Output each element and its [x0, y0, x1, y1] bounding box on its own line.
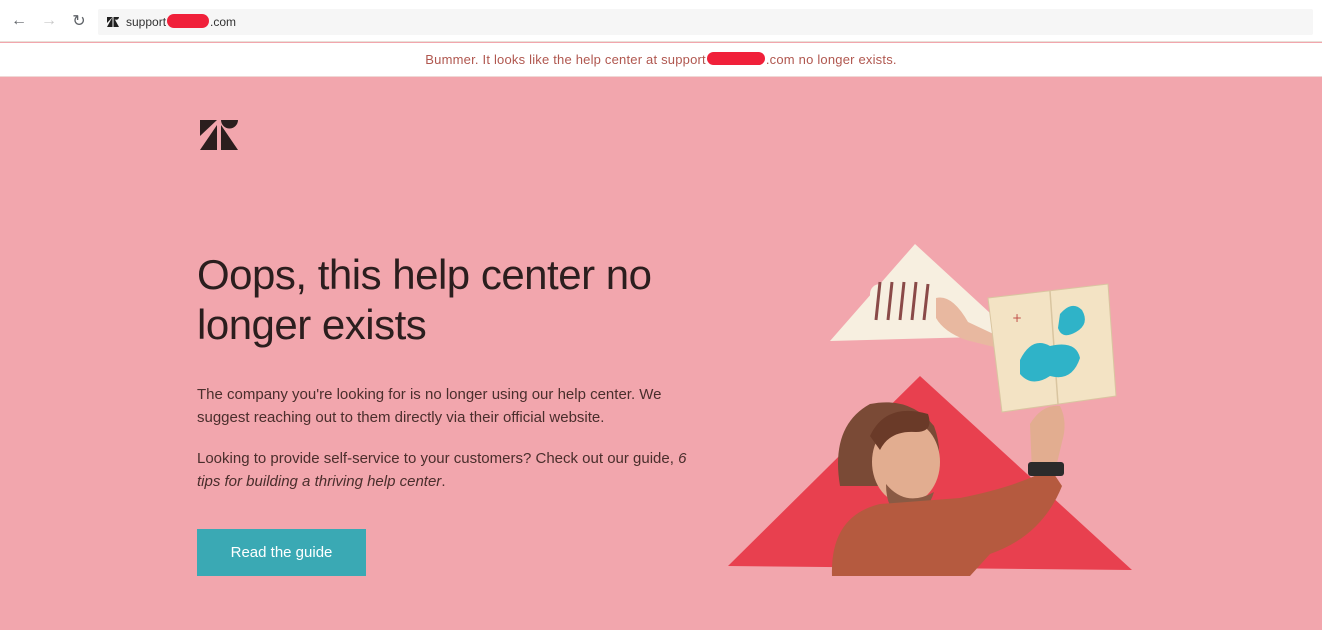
- notice-text-after: .com no longer exists.: [765, 52, 897, 67]
- description-paragraph: The company you're looking for is no lon…: [197, 386, 662, 426]
- browser-toolbar: ← → ↻ support .com: [0, 0, 1322, 42]
- hero-illustration: +: [720, 236, 1140, 576]
- svg-text:+: +: [1012, 311, 1022, 325]
- url-text: support .com: [126, 14, 237, 30]
- reload-icon[interactable]: ↻: [68, 10, 90, 32]
- notice-text-before: Bummer. It looks like the help center at…: [425, 52, 706, 67]
- zendesk-logo[interactable]: [200, 120, 238, 150]
- url-prefix: support: [126, 14, 167, 29]
- arrow-left-icon[interactable]: ←: [8, 10, 30, 32]
- guide-paragraph-suffix: .: [441, 473, 446, 490]
- page-title: Oops, this help center no longer exists: [197, 251, 652, 348]
- zendesk-favicon-icon: [106, 15, 120, 29]
- arrow-right-icon[interactable]: →: [38, 10, 60, 32]
- address-bar[interactable]: support .com: [98, 9, 1313, 35]
- guide-paragraph: Looking to provide self-service to your …: [197, 447, 697, 493]
- guide-paragraph-prefix: Looking to provide self-service to your …: [197, 450, 679, 467]
- read-guide-button[interactable]: Read the guide: [197, 529, 366, 576]
- notice-redaction: [706, 52, 765, 65]
- url-redaction: [167, 14, 210, 29]
- notice-bar: Bummer. It looks like the help center at…: [0, 43, 1322, 77]
- url-suffix: .com: [210, 14, 237, 29]
- main-content: Oops, this help center no longer exists …: [0, 78, 1322, 630]
